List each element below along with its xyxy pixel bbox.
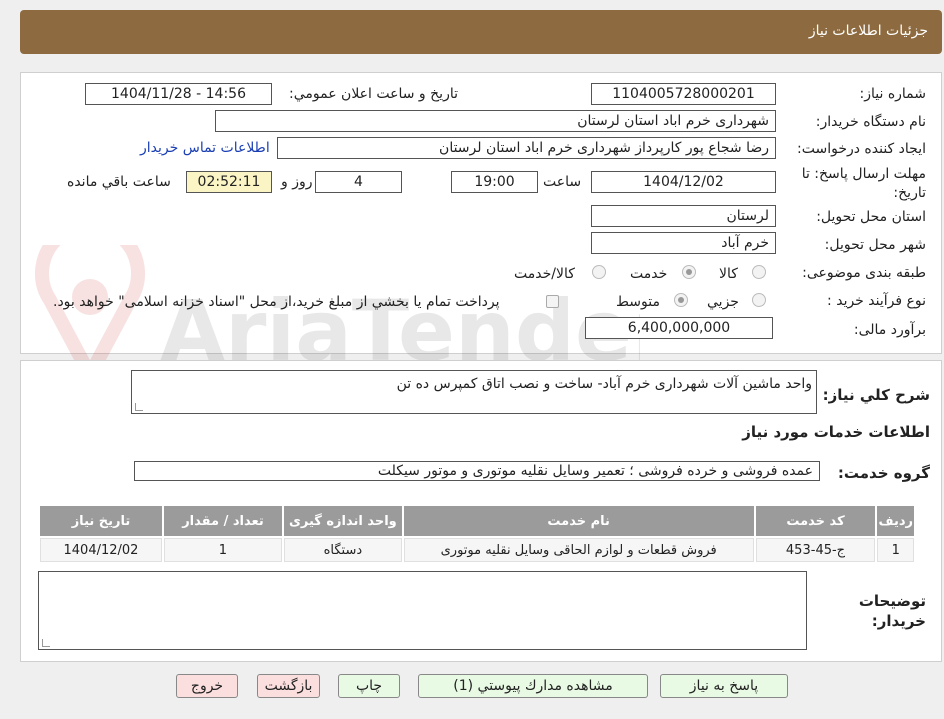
reply-button[interactable]: پاسخ به نياز [660,674,788,698]
service-group-field: عمده فروشی و خرده فروشی ؛ تعمیر وسایل نق… [134,461,820,481]
description-textarea[interactable]: واحد ماشین آلات شهرداری خرم آباد- ساخت و… [131,370,817,414]
budget-field: 6,400,000,000 [585,317,773,339]
col-row-number: رديف [877,506,914,536]
announce-field: 1404/11/28 - 14:56 [85,83,272,105]
days-field: 4 [315,171,402,193]
need-number-label: شماره نياز: [859,86,927,102]
city-field: خرم آباد [591,232,776,254]
table-header-row: رديف كد خدمت نام خدمت واحد اندازه گيری ت… [40,506,914,536]
category-option-goods-service: كالا/خدمت [514,266,575,282]
buyer-notes-label-line1: توضيحات [858,592,926,610]
cell-quantity: 1 [163,538,282,562]
category-radio-goods-service[interactable] [592,265,606,279]
process-label: نوع فرآيند خريد : [827,293,926,309]
need-number-field: 1104005728000201 [591,83,776,105]
category-label: طبقه بندی موضوعی: [802,265,926,281]
cell-unit: دستگاه [283,538,402,562]
creator-label: ايجاد كننده درخواست: [797,141,926,157]
remaining-label: ساعت باقي مانده [67,174,171,190]
services-section-title: اطلاعات خدمات مورد نياز [742,423,930,441]
budget-label: برآورد مالی: [853,322,926,338]
remaining-time-field: 02:52:11 [186,171,272,193]
col-need-date: تاريخ نياز [40,506,162,536]
category-radio-goods[interactable] [752,265,766,279]
deadline-time-field: 19:00 [451,171,538,193]
province-field: لرستان [591,205,776,227]
buyer-org-field: شهرداری خرم اباد استان لرستان [215,110,776,132]
back-button[interactable]: بازگشت [257,674,320,698]
print-button[interactable]: چاپ [338,674,400,698]
service-group-label: گروه خدمت: [837,464,930,482]
time-label: ساعت [543,174,582,190]
buyer-org-label: نام دستگاه خريدار: [815,114,926,130]
resize-grip-icon[interactable] [135,403,143,411]
col-quantity: تعداد / مقدار [163,506,282,536]
city-label: شهر محل تحويل: [824,237,926,253]
process-option-medium: متوسط [616,294,660,310]
services-table: رديف كد خدمت نام خدمت واحد اندازه گيری ت… [38,504,916,564]
treasury-payment-note: پرداخت تمام يا بخشي از مبلغ خريد،از محل … [53,294,500,310]
deadline-date-field: 1404/12/02 [591,171,776,193]
buyer-contact-link[interactable]: اطلاعات تماس خريدار [140,140,270,156]
cell-need-date: 1404/12/02 [40,538,162,562]
days-label: روز و [281,174,313,190]
deadline-label: مهلت ارسال پاسخ: تا تاريخ: [801,166,926,201]
process-option-minor: جزيي [707,294,739,310]
description-text: واحد ماشین آلات شهرداری خرم آباد- ساخت و… [396,376,812,392]
exit-button[interactable]: خروج [176,674,238,698]
page-title: جزئيات اطلاعات نياز [808,23,928,39]
buyer-notes-textarea[interactable] [38,571,807,650]
category-radio-service[interactable] [682,265,696,279]
page-header: جزئيات اطلاعات نياز [20,10,942,54]
cell-service-code: ج-45-453 [755,538,876,562]
province-label: استان محل تحويل: [816,209,926,225]
process-radio-minor[interactable] [752,293,766,307]
resize-grip-icon[interactable] [42,639,50,647]
cell-row-number: 1 [877,538,914,562]
category-option-service: خدمت [630,266,668,282]
treasury-payment-checkbox[interactable] [546,295,559,308]
cell-service-name: فروش قطعات و لوازم الحاقی وسایل نقلیه مو… [403,538,754,562]
description-label: شرح كلي نياز: [822,386,930,404]
col-service-name: نام خدمت [403,506,754,536]
col-service-code: كد خدمت [755,506,876,536]
creator-field: رضا شجاع پور کارپرداز شهرداری خرم اباد ا… [277,137,776,159]
col-unit: واحد اندازه گيری [283,506,402,536]
table-row: 1 ج-45-453 فروش قطعات و لوازم الحاقی وسا… [40,538,914,562]
buyer-notes-label-line2: خريدار: [871,612,926,630]
view-attachments-button[interactable]: مشاهده مدارك پيوستي (1) [418,674,648,698]
process-radio-medium[interactable] [674,293,688,307]
announce-label: تاريخ و ساعت اعلان عمومي: [289,86,458,102]
category-option-goods: كالا [719,266,738,282]
